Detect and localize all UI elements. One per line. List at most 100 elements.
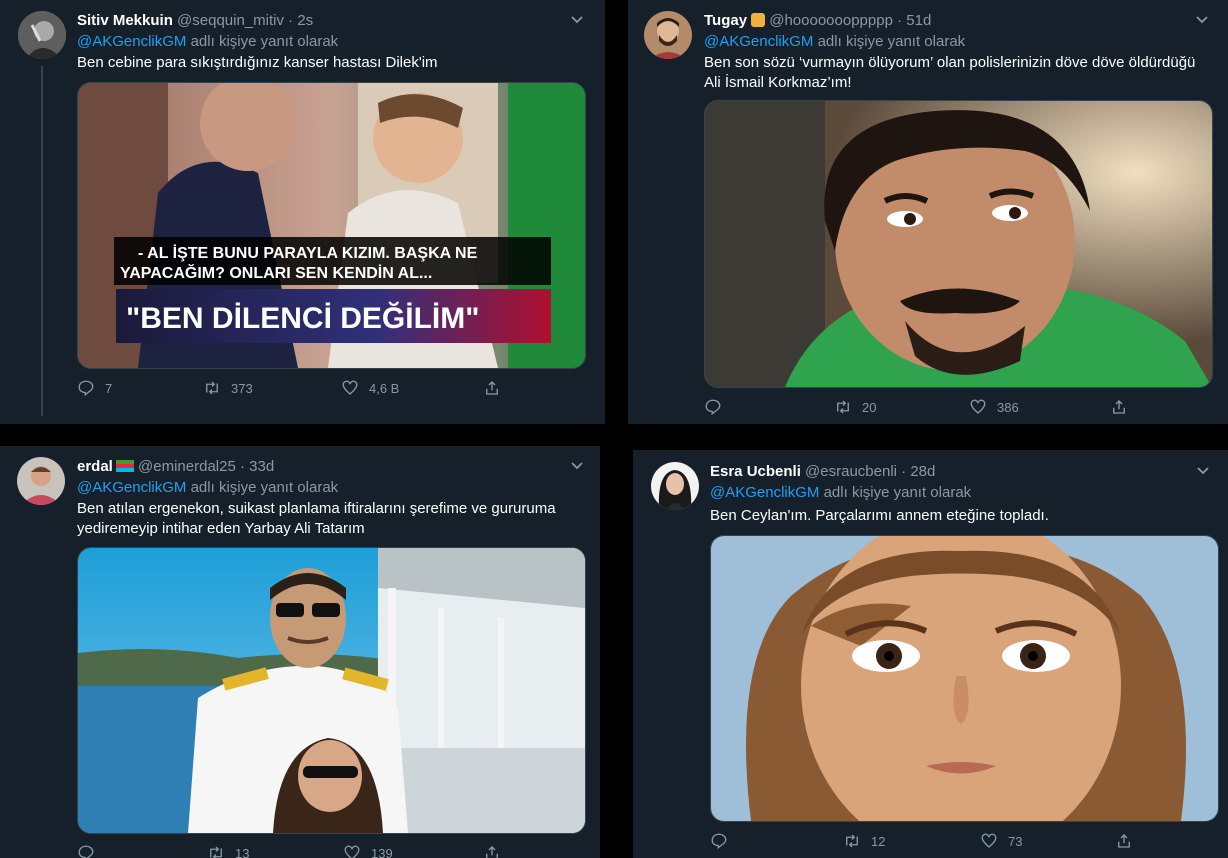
video-banner-text: "BEN DİLENCİ DEĞİLİM" [126, 301, 479, 335]
tweet-text: Ben atılan ergenekon, suikast planlama i… [77, 499, 587, 539]
share-icon [486, 846, 498, 858]
reply-icon [705, 399, 721, 416]
tweet-image[interactable] [710, 535, 1219, 822]
tweet-text: Ben son sözü ‘vurmayın ölüyorum’ olan po… [704, 53, 1219, 93]
mention-link[interactable]: @AKGenclikGM [77, 479, 186, 496]
reply-button[interactable] [704, 398, 834, 416]
reply-icon [78, 380, 94, 397]
tweet-video[interactable]: - AL İŞTE BUNU PARAYLA KIZIM. BAŞKA NE Y… [77, 82, 586, 369]
retweet-icon [846, 834, 858, 848]
heart-icon [970, 399, 986, 414]
tweet-actions: 7 373 4,6 B [77, 379, 501, 397]
share-icon [1118, 834, 1130, 848]
like-count: 4,6 B [369, 380, 400, 396]
reply-count: 7 [105, 380, 113, 396]
like-button[interactable]: 139 [343, 844, 483, 858]
tweet-header: Tugay @hoooooooppppp · 51d [704, 12, 931, 29]
retweet-button[interactable]: 12 [843, 832, 980, 850]
tweet-text-line-2: Ali İsmail Korkmaz’ım! [704, 74, 852, 91]
tweet-panel-4: Esra Ucbenli @esraucbenli · 28d @AKGencl… [633, 450, 1228, 858]
reply-context-label: adlı kişiye yanıt olarak [186, 33, 339, 50]
beer-emoji-icon [751, 13, 766, 27]
like-button[interactable]: 386 [969, 398, 1110, 416]
tweet-text: Ben Ceylan'ım. Parçalarımı annem eteğine… [710, 507, 1049, 524]
share-button[interactable] [483, 844, 501, 858]
timestamp[interactable]: · 33d [240, 458, 274, 475]
like-button[interactable]: 73 [980, 832, 1115, 850]
retweet-icon [837, 400, 849, 414]
timestamp[interactable]: · 28d [901, 463, 935, 480]
reply-context: @AKGenclikGM adlı kişiye yanıt olarak [77, 479, 338, 496]
video-caption-line-1: - AL İŞTE BUNU PARAYLA KIZIM. BAŞKA NE [138, 244, 478, 262]
chevron-down-icon[interactable] [569, 457, 585, 473]
tweet-actions: 20 386 [704, 398, 1128, 416]
chevron-down-icon[interactable] [1194, 11, 1210, 27]
like-button[interactable]: 4,6 B [341, 379, 483, 397]
tweet-text-line-2: yediremeyip intihar eden Yarbay Ali Tata… [77, 520, 365, 537]
retweet-count: 373 [231, 380, 253, 396]
mention-link[interactable]: @AKGenclikGM [704, 33, 813, 50]
tweet-header: erdal @eminerdal25 · 33d [77, 458, 274, 475]
mention-link[interactable]: @AKGenclikGM [710, 484, 819, 501]
reply-icon [711, 833, 727, 850]
user-handle[interactable]: @esraucbenli [805, 463, 897, 480]
display-name[interactable]: Tugay [704, 12, 747, 29]
tweet-panel-3: erdal @eminerdal25 · 33d @AKGenclikGM ad… [0, 446, 600, 858]
heart-icon [981, 833, 997, 848]
azerbaijan-flag-icon [115, 460, 134, 472]
heart-icon [342, 380, 358, 395]
user-handle[interactable]: @eminerdal25 [138, 458, 236, 475]
tweet-image[interactable] [704, 100, 1213, 388]
chevron-down-icon[interactable] [569, 11, 585, 27]
tweet-panel-2: Tugay @hoooooooppppp · 51d @AKGenclikGM … [628, 0, 1228, 424]
thread-line [41, 66, 43, 416]
reply-context: @AKGenclikGM adlı kişiye yanıt olarak [710, 484, 971, 501]
retweet-button[interactable]: 13 [207, 844, 343, 858]
tweet-actions: 13 139 [77, 844, 501, 858]
heart-icon [344, 845, 360, 858]
mention-link[interactable]: @AKGenclikGM [77, 33, 186, 50]
display-name[interactable]: Sitiv Mekkuin [77, 12, 173, 29]
reply-context-label: adlı kişiye yanıt olarak [186, 479, 339, 496]
retweet-icon [206, 381, 218, 395]
reply-button[interactable] [77, 844, 207, 858]
reply-context: @AKGenclikGM adlı kişiye yanıt olarak [77, 33, 338, 50]
avatar[interactable] [17, 457, 65, 505]
retweet-button[interactable]: 20 [834, 398, 969, 416]
video-caption-line-2: YAPACAĞIM? ONLARI SEN KENDİN AL... [120, 263, 432, 282]
tweet-text-line-1: Ben son sözü ‘vurmayın ölüyorum’ olan po… [704, 54, 1196, 71]
retweet-count: 13 [235, 845, 250, 858]
avatar[interactable] [644, 11, 692, 59]
tweet-text-line-1: Ben atılan ergenekon, suikast planlama i… [77, 500, 556, 517]
reply-context: @AKGenclikGM adlı kişiye yanıt olarak [704, 33, 965, 50]
like-count: 73 [1008, 833, 1023, 849]
share-icon [486, 381, 498, 395]
user-handle[interactable]: @seqquin_mitiv [177, 12, 284, 29]
tweet-image[interactable] [77, 547, 586, 834]
retweet-icon [210, 846, 222, 858]
avatar[interactable] [18, 11, 66, 59]
display-name[interactable]: Esra Ucbenli [710, 463, 801, 480]
timestamp[interactable]: · 2s [288, 12, 313, 29]
reply-context-label: adlı kişiye yanıt olarak [813, 33, 966, 50]
like-count: 139 [371, 845, 393, 858]
retweet-count: 12 [871, 833, 886, 849]
like-count: 386 [997, 399, 1019, 415]
reply-button[interactable]: 7 [77, 379, 203, 397]
timestamp[interactable]: · 51d [897, 12, 931, 29]
share-button[interactable] [1110, 398, 1128, 416]
share-button[interactable] [1115, 832, 1133, 850]
chevron-down-icon[interactable] [1195, 462, 1211, 478]
reply-context-label: adlı kişiye yanıt olarak [819, 484, 972, 501]
tweet-actions: 12 73 [710, 832, 1133, 850]
display-name[interactable]: erdal [77, 458, 113, 475]
share-button[interactable] [483, 379, 501, 397]
reply-button[interactable] [710, 832, 843, 850]
avatar[interactable] [651, 462, 699, 510]
share-icon [1113, 400, 1125, 414]
tweet-text: Ben cebine para sıkıştırdığınız kanser h… [77, 54, 438, 71]
user-handle[interactable]: @hoooooooppppp [769, 12, 893, 29]
reply-icon [78, 845, 94, 858]
tweet-panel-1: Sitiv Mekkuin @seqquin_mitiv · 2s @AKGen… [0, 0, 605, 424]
retweet-button[interactable]: 373 [203, 379, 341, 397]
